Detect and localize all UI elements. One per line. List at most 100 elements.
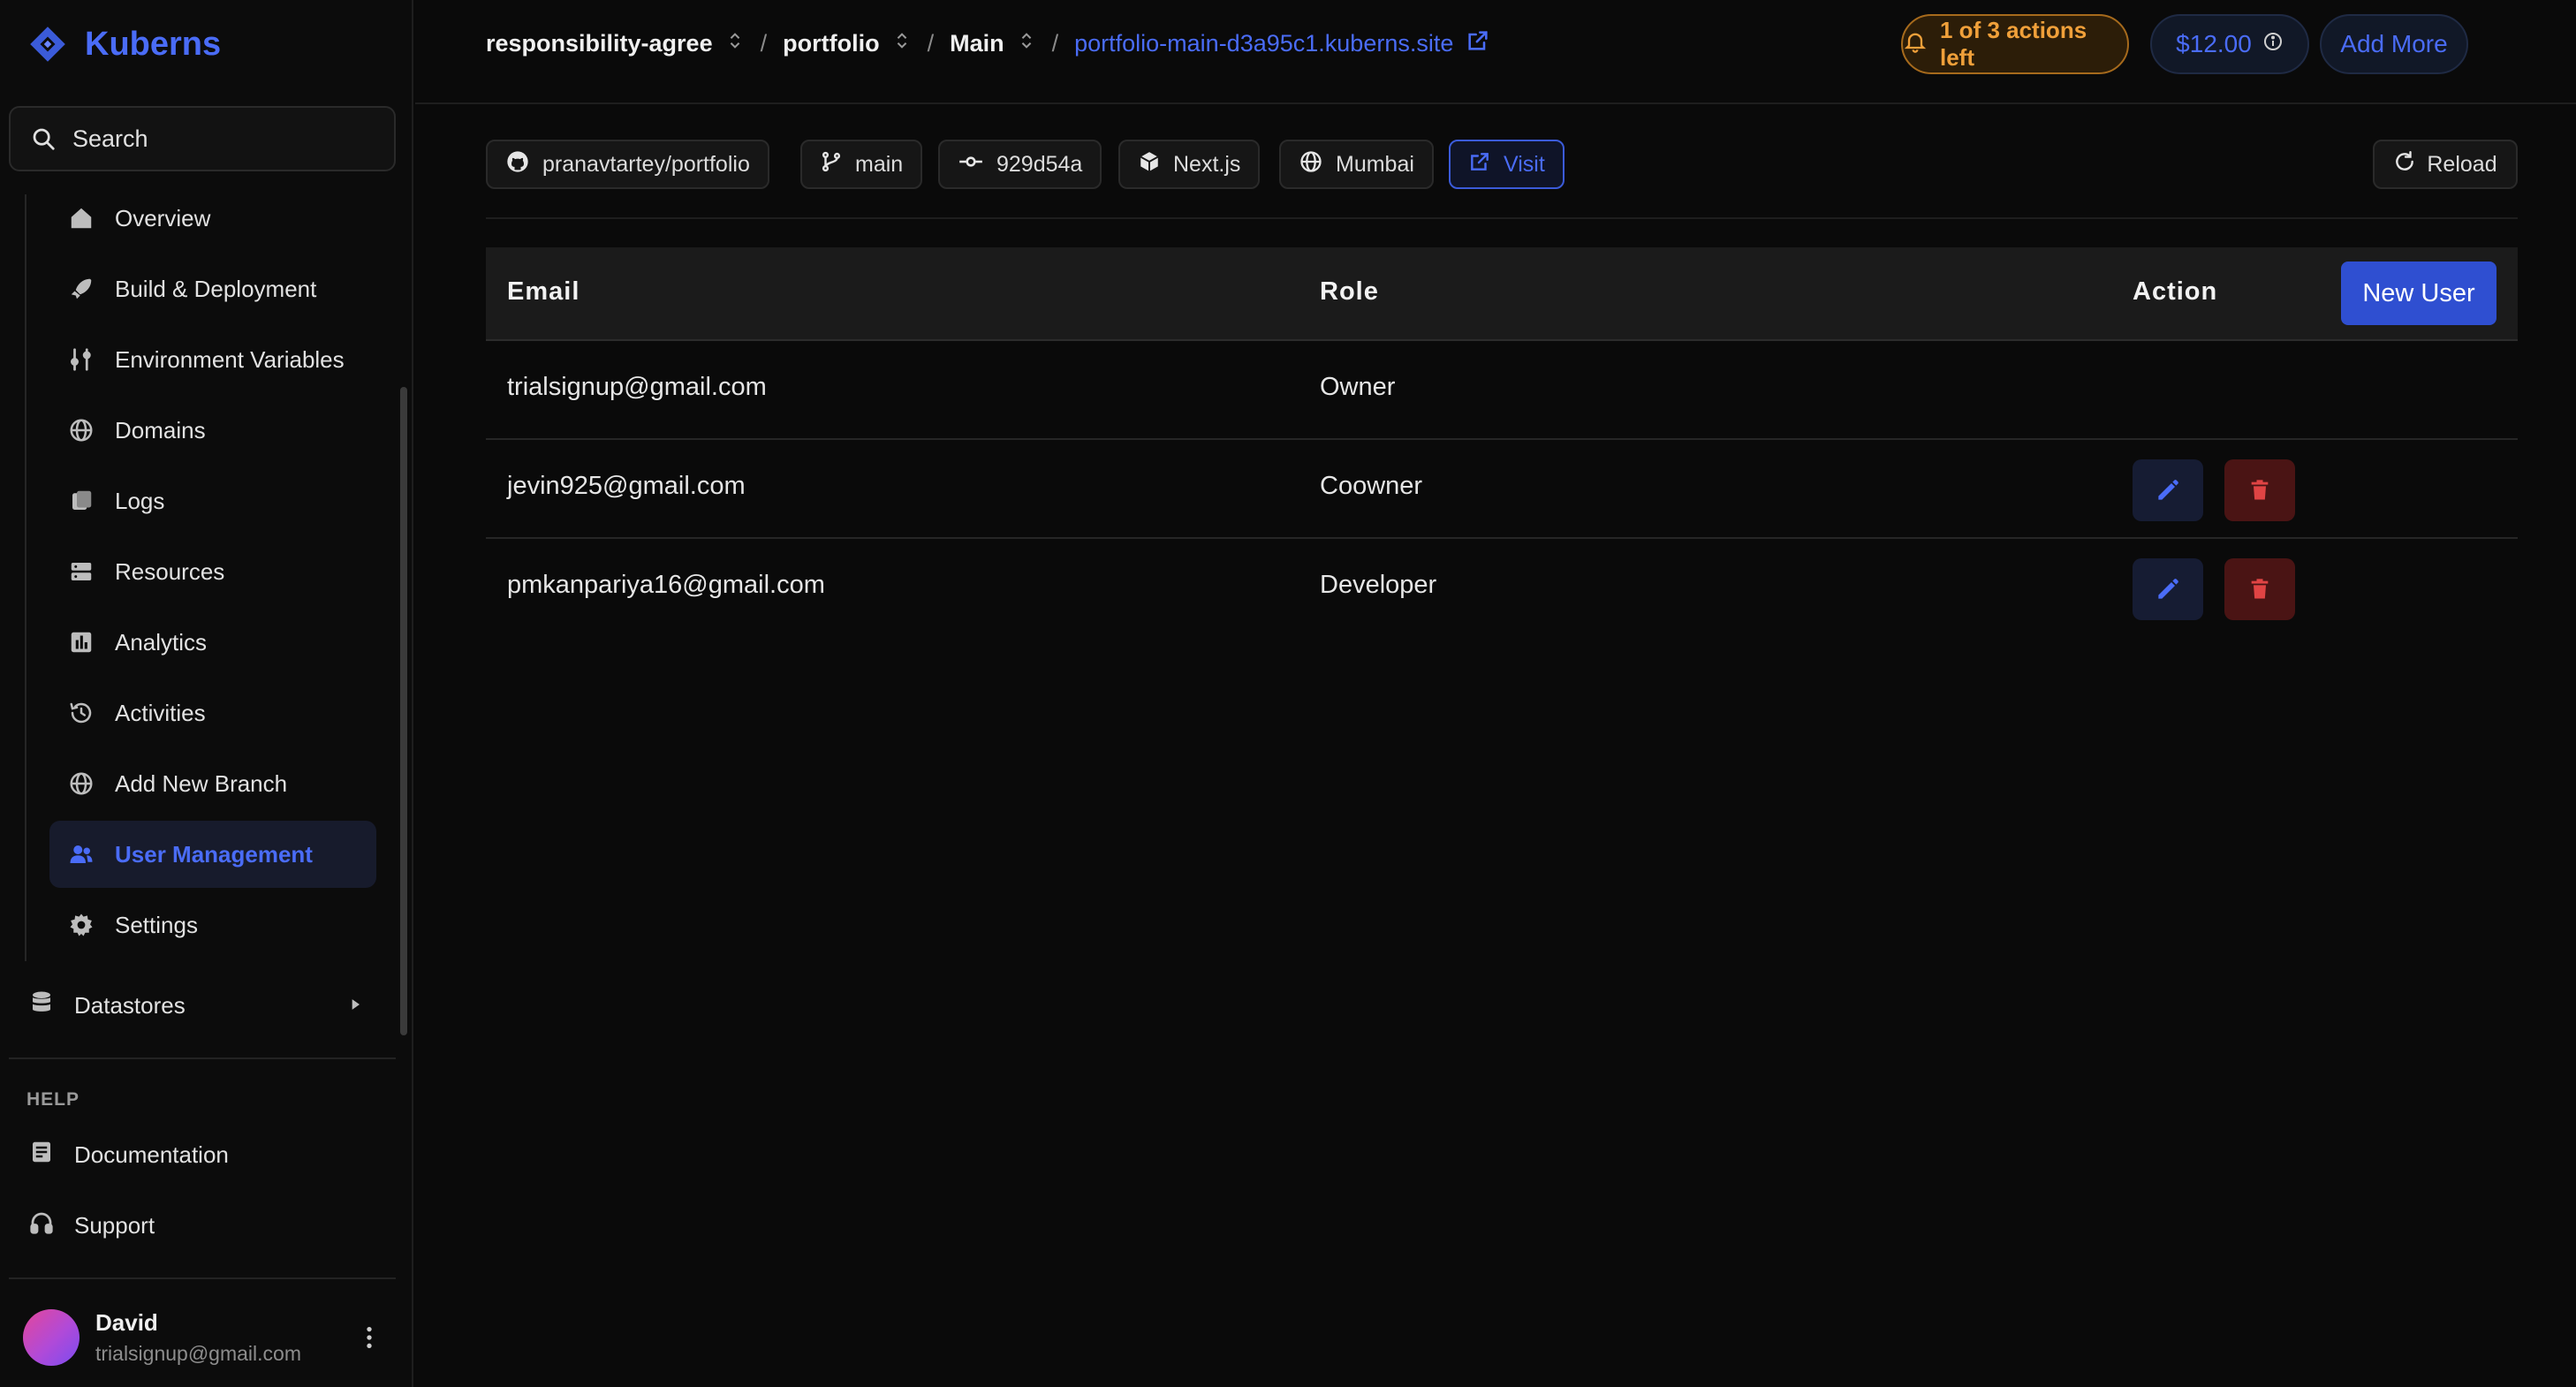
repo-name: pranavtartey/portfolio — [542, 151, 750, 177]
sidebar-item-label: Environment Variables — [115, 345, 345, 373]
user-email-cell: jevin925@gmail.com — [507, 472, 746, 500]
server-icon — [67, 557, 95, 586]
breadcrumb-separator: / — [927, 30, 935, 57]
table-row: jevin925@gmail.com Coowner — [486, 440, 2518, 539]
reload-label: Reload — [2427, 151, 2497, 177]
help-section-label: HELP — [27, 1089, 80, 1110]
search-input[interactable]: Search — [9, 106, 396, 171]
column-header-action: Action — [2133, 277, 2218, 306]
avatar — [23, 1309, 80, 1366]
pencil-icon — [2158, 579, 2178, 599]
home-icon — [67, 204, 95, 232]
help-item-label: Support — [74, 1211, 155, 1239]
external-link-icon — [1468, 150, 1491, 179]
user-role-cell: Coowner — [1320, 472, 1423, 500]
pencil-icon — [2158, 480, 2178, 500]
sidebar-item-label: Overview — [115, 204, 211, 231]
user-profile[interactable]: David trialsignup@gmail.com — [23, 1309, 301, 1366]
sidebar-item-domains[interactable]: Domains — [49, 397, 376, 464]
sidebar-divider — [9, 1277, 396, 1279]
sidebar-item-build-deployment[interactable]: Build & Deployment — [49, 255, 376, 322]
credit-balance[interactable]: $12.00 — [2150, 14, 2309, 74]
user-email-cell: pmkanpariya16@gmail.com — [507, 571, 825, 599]
sidebar-item-datastores[interactable]: Datastores — [28, 972, 364, 1039]
search-icon — [33, 128, 55, 150]
sidebar-item-analytics[interactable]: Analytics — [49, 609, 376, 676]
breadcrumb-app[interactable]: portfolio — [783, 30, 879, 57]
sidebar-item-label: Add New Branch — [115, 769, 288, 797]
sidebar-scrollbar[interactable] — [400, 387, 407, 1035]
datastores-label: Datastores — [74, 991, 186, 1019]
sidebar-item-environment-variables[interactable]: Environment Variables — [49, 326, 376, 393]
nav-rail — [25, 194, 27, 961]
sidebar-item-activities[interactable]: Activities — [49, 679, 376, 747]
commit-chip[interactable]: 929d54a — [938, 140, 1102, 189]
more-vertical-icon[interactable] — [362, 1323, 376, 1356]
info-icon[interactable] — [2262, 30, 2284, 58]
sidebar-item-logs[interactable]: Logs — [49, 467, 376, 534]
help-item-label: Documentation — [74, 1141, 229, 1168]
actions-left-text: 1 of 3 actions left — [1940, 17, 2087, 71]
repo-chip[interactable]: pranavtartey/portfolio — [486, 140, 769, 189]
sidebar-item-label: Activities — [115, 699, 206, 726]
visit-label: Visit — [1504, 151, 1545, 177]
refresh-icon — [2393, 150, 2416, 179]
logo[interactable]: Kuberns — [28, 25, 221, 64]
edit-user-button[interactable] — [2133, 558, 2203, 620]
framework-name: Next.js — [1173, 151, 1241, 177]
sidebar-item-label: Build & Deployment — [115, 275, 317, 302]
table-row: pmkanpariya16@gmail.com Developer — [486, 539, 2518, 638]
breadcrumb-separator: / — [1051, 30, 1059, 57]
caret-right-icon — [346, 992, 364, 1019]
sidebar-item-overview[interactable]: Overview — [49, 185, 376, 252]
content-divider — [486, 217, 2518, 219]
sidebar-item-add-new-branch[interactable]: Add New Branch — [49, 750, 376, 817]
reload-button[interactable]: Reload — [2373, 140, 2518, 189]
sidebar-item-resources[interactable]: Resources — [49, 538, 376, 605]
branch-name: main — [855, 151, 904, 177]
external-link-icon[interactable] — [1466, 28, 1490, 59]
credit-amount: $12.00 — [2176, 30, 2252, 57]
edit-user-button[interactable] — [2133, 459, 2203, 521]
region-chip[interactable]: Mumbai — [1279, 140, 1434, 189]
breadcrumb-environment[interactable]: Main — [950, 30, 1004, 57]
add-more-button[interactable]: Add More — [2320, 14, 2468, 74]
globe-icon — [67, 769, 95, 798]
database-icon — [28, 989, 55, 1022]
table-header: Email Role Action New User — [486, 247, 2518, 341]
sidebar-item-settings[interactable]: Settings — [49, 891, 376, 959]
breadcrumb: responsibility-agree / portfolio / Main … — [486, 28, 1490, 59]
sidebar-divider — [9, 1057, 396, 1059]
user-email: trialsignup@gmail.com — [95, 1342, 301, 1365]
globe-icon — [1299, 149, 1323, 180]
breadcrumb-project[interactable]: responsibility-agree — [486, 30, 713, 57]
user-email-cell: trialsignup@gmail.com — [507, 373, 767, 401]
commit-hash: 929d54a — [996, 151, 1083, 177]
framework-chip[interactable]: Next.js — [1118, 140, 1261, 189]
search-label: Search — [72, 125, 148, 152]
rocket-icon — [67, 275, 95, 303]
chevron-updown-icon[interactable] — [725, 28, 745, 59]
sidebar-item-support[interactable]: Support — [28, 1194, 364, 1256]
breadcrumb-separator: / — [760, 30, 768, 57]
actions-left-badge[interactable]: 1 of 3 actions left — [1901, 14, 2129, 74]
kuberns-logo-icon — [30, 27, 65, 62]
chevron-updown-icon[interactable] — [892, 28, 912, 59]
site-link[interactable]: portfolio-main-d3a95c1.kuberns.site — [1074, 30, 1453, 57]
delete-user-button[interactable] — [2224, 459, 2295, 521]
visit-button[interactable]: Visit — [1449, 140, 1565, 189]
user-role-cell: Developer — [1320, 571, 1437, 599]
sidebar-item-user-management[interactable]: User Management — [49, 821, 376, 888]
delete-user-button[interactable] — [2224, 558, 2295, 620]
git-branch-icon — [820, 150, 843, 179]
branch-chip[interactable]: main — [800, 140, 923, 189]
logs-icon — [67, 487, 95, 515]
sidebar-item-documentation[interactable]: Documentation — [28, 1124, 364, 1186]
chevron-updown-icon[interactable] — [1017, 28, 1036, 59]
sidebar-item-label: Resources — [115, 557, 225, 585]
sidebar-item-label: Settings — [115, 911, 198, 938]
history-icon — [67, 699, 95, 727]
new-user-button[interactable]: New User — [2341, 261, 2496, 325]
book-icon — [28, 1139, 55, 1171]
package-icon — [1138, 150, 1161, 179]
